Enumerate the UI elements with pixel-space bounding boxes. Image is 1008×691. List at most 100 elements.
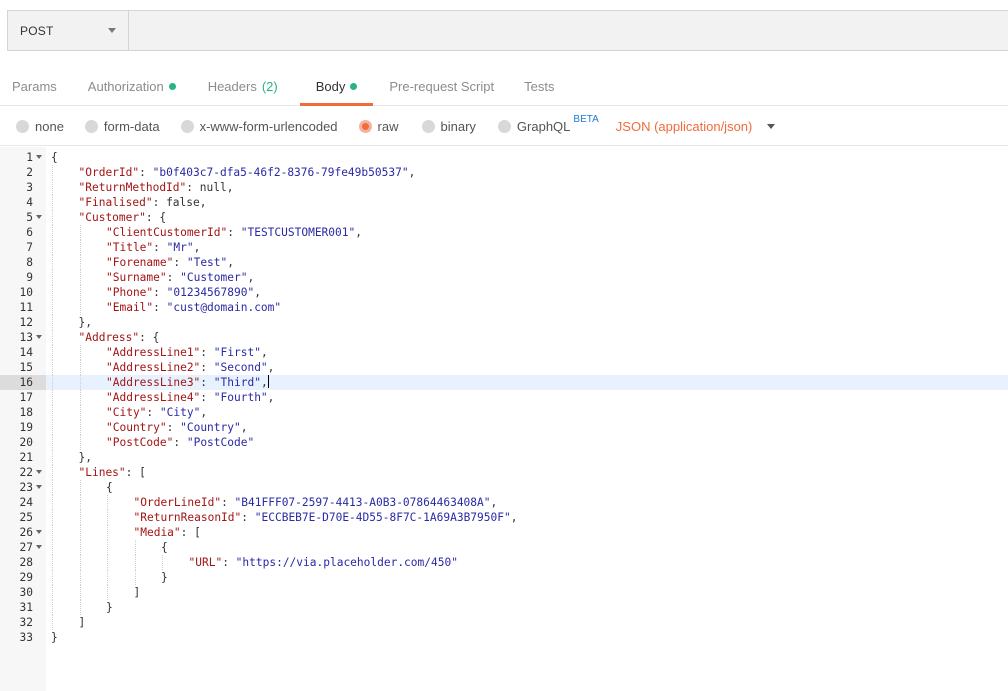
code-text: "ReturnReasonId": "ECCBEB7E-D70E-4D55-8F… xyxy=(134,510,518,525)
code-editor[interactable]: 1{2 "OrderId": "b0f403c7-dfa5-46f2-8376-7… xyxy=(0,147,1008,691)
radio-icon[interactable] xyxy=(84,119,98,133)
code-line[interactable]: 1{ xyxy=(0,150,1008,165)
code-line[interactable]: 16 "AddressLine3": "Third", xyxy=(0,375,1008,390)
radio-icon[interactable] xyxy=(497,119,511,133)
code-line[interactable]: 5 "Customer": { xyxy=(0,210,1008,225)
code-line[interactable]: 29} xyxy=(0,570,1008,585)
json-punctuation: : xyxy=(227,226,241,239)
http-method-dropdown[interactable]: POST xyxy=(8,11,129,50)
body-type-raw[interactable]: raw xyxy=(358,118,399,134)
indent-guide xyxy=(52,555,53,570)
indent-guide xyxy=(79,480,81,495)
body-type-form-data[interactable]: form-data xyxy=(84,119,160,134)
tab-params[interactable]: Params xyxy=(12,68,57,105)
fold-toggle-icon[interactable] xyxy=(36,155,42,159)
json-punctuation: : xyxy=(173,436,187,449)
json-string: "Fourth" xyxy=(213,391,268,404)
code-line[interactable]: 20 "PostCode": "PostCode" xyxy=(0,435,1008,450)
code-line[interactable]: 30] xyxy=(0,585,1008,600)
url-input[interactable] xyxy=(129,11,1008,50)
code-line[interactable]: 10 "Phone": "01234567890", xyxy=(0,285,1008,300)
json-punctuation: : [ xyxy=(125,466,146,479)
code-line[interactable]: 2 "OrderId": "b0f403c7-dfa5-46f2-8376-79f… xyxy=(0,165,1008,180)
json-punctuation: , xyxy=(355,226,362,239)
code-line[interactable]: 15 "AddressLine2": "Second", xyxy=(0,360,1008,375)
code-line[interactable]: 7 "Title": "Mr", xyxy=(0,240,1008,255)
code-line[interactable]: 23 { xyxy=(0,480,1008,495)
code-text: "Email": "cust@domain.com" xyxy=(106,300,281,315)
code-line[interactable]: 11 "Email": "cust@domain.com" xyxy=(0,300,1008,315)
tab-authorization[interactable]: Authorization xyxy=(88,68,176,105)
json-key: "AddressLine1" xyxy=(106,346,201,359)
tab-prerequest-script[interactable]: Pre-request Script xyxy=(373,68,494,105)
line-number: 32 xyxy=(19,616,33,629)
json-punctuation: }, xyxy=(78,316,92,329)
tab-body[interactable]: Body xyxy=(299,68,374,106)
tab-tests[interactable]: Tests xyxy=(524,68,554,105)
json-punctuation: : xyxy=(146,406,160,419)
code-line[interactable]: 19 "Country": "Country", xyxy=(0,420,1008,435)
line-number: 28 xyxy=(19,556,33,569)
code-text: { xyxy=(161,540,168,555)
body-type-raw-label: raw xyxy=(377,118,399,134)
code-line[interactable]: 28 "URL": "https://via.placeholder.com/45… xyxy=(0,555,1008,570)
json-string: "01234567890" xyxy=(166,286,255,299)
json-key: "Surname" xyxy=(106,271,167,284)
fold-toggle-icon[interactable] xyxy=(36,485,42,489)
code-line[interactable]: 6 "ClientCustomerId": "TESTCUSTOMER001", xyxy=(0,225,1008,240)
json-key: "Finalised" xyxy=(78,196,153,209)
content-type-value: JSON (application/json) xyxy=(615,118,753,134)
tab-prerequest-label: Pre-request Script xyxy=(389,79,495,94)
code-line[interactable]: 31} xyxy=(0,600,1008,615)
code-line[interactable]: 21}, xyxy=(0,450,1008,465)
code-line[interactable]: 33} xyxy=(0,630,1008,645)
body-type-graphql[interactable]: GraphQL BETA xyxy=(497,114,599,134)
code-line[interactable]: 13 "Address": { xyxy=(0,330,1008,345)
code-line[interactable]: 18 "City": "City", xyxy=(0,405,1008,420)
code-text: }, xyxy=(79,450,92,465)
code-line[interactable]: 17 "AddressLine4": "Fourth", xyxy=(0,390,1008,405)
code-text: "AddressLine2": "Second", xyxy=(106,360,274,375)
json-punctuation: { xyxy=(51,151,58,164)
body-type-binary[interactable]: binary xyxy=(421,119,476,134)
fold-toggle-icon[interactable] xyxy=(36,335,42,339)
code-line[interactable]: 12}, xyxy=(0,315,1008,330)
indent-guide xyxy=(52,390,53,405)
code-line[interactable]: 25 "ReturnReasonId": "ECCBEB7E-D70E-4D55-… xyxy=(0,510,1008,525)
indent-guide xyxy=(162,555,163,570)
code-line[interactable]: 14 "AddressLine1": "First", xyxy=(0,345,1008,360)
json-punctuation: { xyxy=(161,541,168,554)
radio-icon[interactable] xyxy=(421,119,435,133)
tab-authorization-label: Authorization xyxy=(87,79,164,94)
code-line[interactable]: 27 { xyxy=(0,540,1008,555)
code-text: "Address": { xyxy=(79,330,160,345)
code-text: "OrderId": "b0f403c7-dfa5-46f2-8376-79fe… xyxy=(79,165,416,180)
indent-guide xyxy=(52,270,53,285)
radio-checked-icon[interactable] xyxy=(358,119,372,133)
code-text: "Forename": "Test", xyxy=(106,255,234,270)
fold-toggle-icon[interactable] xyxy=(36,470,42,474)
json-punctuation: { xyxy=(106,481,113,494)
json-string: "Mr" xyxy=(166,241,194,254)
body-type-none[interactable]: none xyxy=(16,119,64,134)
fold-toggle-icon[interactable] xyxy=(36,545,42,549)
code-line[interactable]: 22 "Lines": [ xyxy=(0,465,1008,480)
code-line[interactable]: 9 "Surname": "Customer", xyxy=(0,270,1008,285)
radio-icon[interactable] xyxy=(180,119,194,133)
radio-icon[interactable] xyxy=(16,119,29,133)
line-number: 11 xyxy=(19,301,33,314)
code-line[interactable]: 24 "OrderLineId": "B41FFF07-2597-4413-A0B… xyxy=(0,495,1008,510)
indent-guide xyxy=(79,435,81,450)
tab-tests-label: Tests xyxy=(524,79,555,94)
tab-headers[interactable]: Headers (2) xyxy=(208,68,278,105)
code-line[interactable]: 3 "ReturnMethodId": null, xyxy=(0,180,1008,195)
fold-toggle-icon[interactable] xyxy=(36,530,42,534)
body-type-urlencoded[interactable]: x-www-form-urlencoded xyxy=(180,119,338,134)
fold-toggle-icon[interactable] xyxy=(36,215,42,219)
content-type-dropdown[interactable]: JSON (application/json) xyxy=(616,119,776,134)
code-line[interactable]: 32] xyxy=(0,615,1008,630)
code-line[interactable]: 4 "Finalised": false, xyxy=(0,195,1008,210)
code-text: "Surname": "Customer", xyxy=(106,270,254,285)
code-line[interactable]: 26 "Media": [ xyxy=(0,525,1008,540)
code-line[interactable]: 8 "Forename": "Test", xyxy=(0,255,1008,270)
